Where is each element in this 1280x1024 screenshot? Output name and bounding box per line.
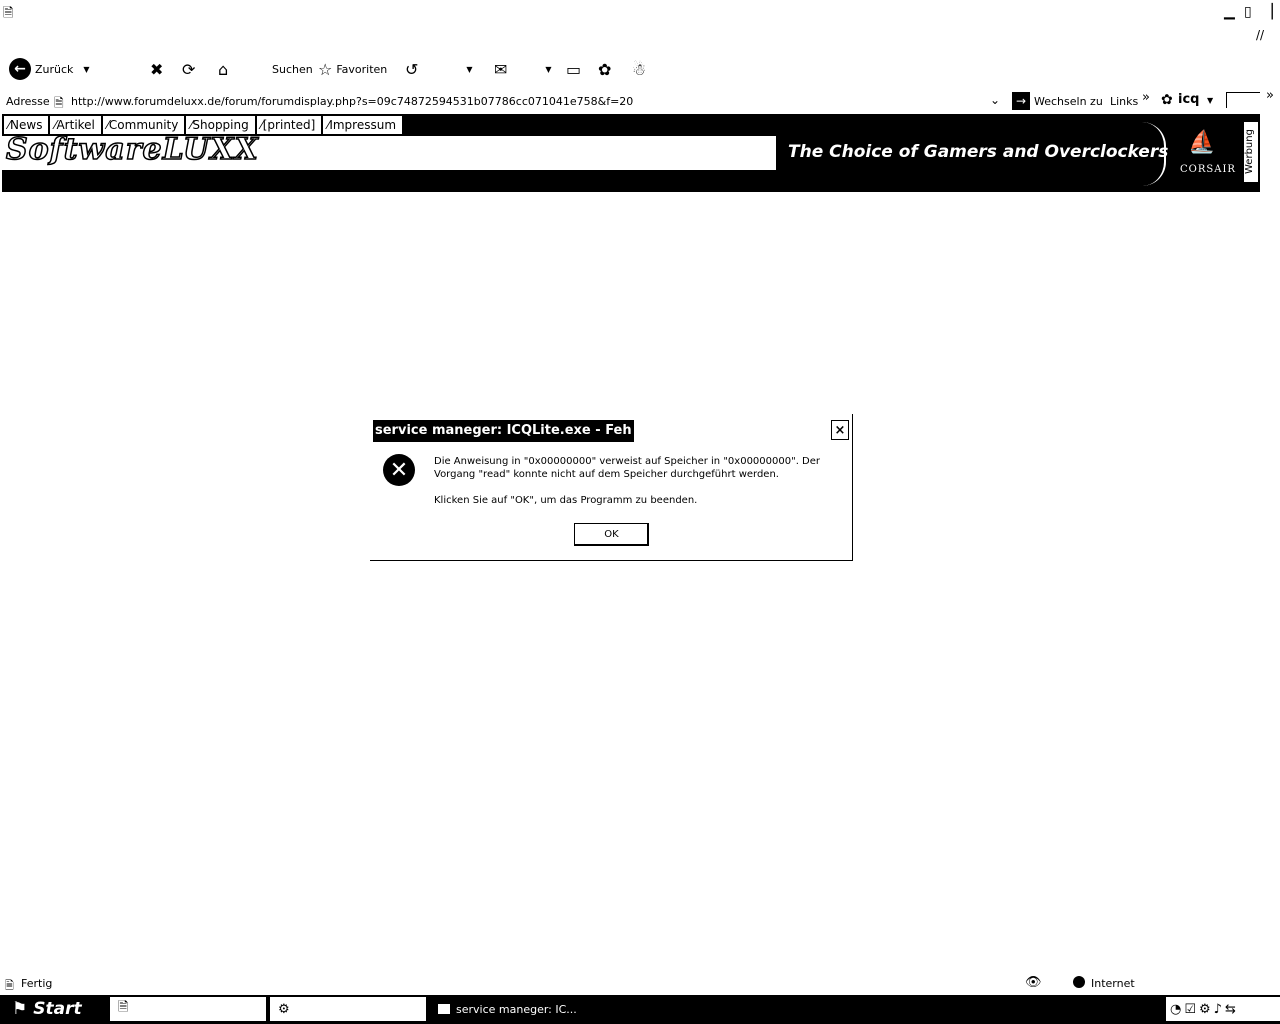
messenger-icon: ✿: [598, 59, 612, 79]
status-text: Fertig: [21, 977, 53, 990]
minimize-icon[interactable]: ▁: [1224, 4, 1235, 20]
search-button-label: Suchen: [272, 62, 313, 76]
dialog-message: Die Anweisung in "0x00000000" verweist a…: [434, 456, 821, 480]
window-icon: [438, 1004, 450, 1014]
system-tray: ◔ ☑ ⚙ ♪ ⇆: [1166, 997, 1280, 1021]
nav-tab-label: Artikel: [56, 118, 95, 132]
history-dropdown-icon[interactable]: ▼: [466, 65, 472, 74]
ad-slogan: The Choice of Gamers and Overclockers: [788, 142, 1169, 162]
browser-toolbar: ← Zurück ▼ ✖ ⟳ ⌂ Suchen ☆ Favoriten ↺ ▼ …: [0, 54, 1280, 84]
taskbar-button-browser[interactable]: 🗎: [110, 997, 266, 1021]
nav-tab-label: Community: [108, 118, 179, 132]
back-button-label: Zurück: [35, 62, 74, 76]
go-arrow-icon[interactable]: →: [1012, 92, 1030, 110]
taskbar-button-steam[interactable]: ⚙: [270, 997, 426, 1021]
ie-page-icon: 🗎: [118, 1000, 129, 1015]
address-dropdown-icon[interactable]: ⌄: [990, 93, 1000, 107]
taskbar-button-error-dialog[interactable]: service maneger: IC...: [430, 997, 586, 1021]
start-label: Start: [33, 999, 82, 1019]
privacy-eye-icon[interactable]: 👁: [1025, 975, 1042, 990]
nav-tab-impressum[interactable]: ⁄Impressum: [323, 116, 405, 134]
nav-tab-printed[interactable]: ⁄[printed]: [256, 116, 324, 134]
go-button[interactable]: Wechseln zu: [1034, 95, 1103, 108]
dialog-instruction: Klicken Sie auf "OK", um das Programm zu…: [434, 495, 698, 506]
home-button[interactable]: ⌂: [218, 54, 228, 84]
history-icon: ↺: [405, 59, 419, 79]
messenger-button[interactable]: ✿: [598, 54, 611, 84]
address-input[interactable]: http://www.forumdeluxx.de/forum/forumdis…: [71, 95, 633, 108]
back-dropdown-icon[interactable]: ▼: [83, 65, 89, 74]
icq-dropdown-icon[interactable]: ▼: [1207, 96, 1213, 105]
nav-tab-label: Shopping: [192, 118, 249, 132]
links-chevron[interactable]: »: [1142, 90, 1150, 105]
nav-tab-label: Impressum: [329, 118, 397, 132]
address-bar: Adresse 🗎 http://www.forumdeluxx.de/foru…: [0, 88, 1280, 112]
tray-icon-volume[interactable]: ♪: [1214, 1002, 1222, 1017]
page-icon: 🗎: [5, 979, 14, 992]
security-zone: Internet: [1091, 977, 1135, 990]
ad-brand: CORSAIR: [1180, 164, 1236, 175]
globe-icon: [1073, 976, 1085, 988]
favorites-button[interactable]: ☆ Favoriten: [318, 54, 387, 84]
ad-banner[interactable]: The Choice of Gamers and Overclockers ⛵ …: [776, 114, 1260, 188]
taskbar: ⚑ Start 🗎 ⚙ service maneger: IC... ◔ ☑ ⚙…: [0, 995, 1280, 1024]
nav-tab-label: [printed]: [262, 118, 316, 132]
tray-icon-shield[interactable]: ☑: [1184, 1002, 1196, 1017]
nav-tab-label: News: [10, 118, 43, 132]
discuss-button[interactable]: ☃: [632, 54, 646, 84]
logo-strip: SoftwareLUXX: [2, 131, 776, 170]
ad-side-label: Werbung: [1244, 122, 1258, 182]
refresh-icon: ⟳: [182, 59, 196, 79]
status-bar: 🗎 Fertig 👁 Internet: [0, 975, 1280, 993]
back-button[interactable]: ← Zurück ▼: [9, 54, 90, 84]
back-arrow-icon: ←: [9, 58, 31, 80]
ad-swoosh: [1142, 122, 1166, 186]
links-button[interactable]: Links: [1110, 95, 1138, 108]
dialog-title: service maneger: ICQLite.exe - Feh: [373, 420, 634, 442]
error-dialog: service maneger: ICQLite.exe - Feh × ✕ D…: [370, 414, 853, 561]
mail-button[interactable]: ✉ ▼: [494, 54, 552, 84]
print-icon: ▭: [566, 59, 582, 79]
site-logo[interactable]: SoftwareLUXX: [5, 131, 259, 168]
error-icon: ✕: [383, 454, 415, 486]
favorites-button-label: Favoriten: [336, 62, 388, 76]
window-titlebar: 🗎 ▁ ▯ ▕ //: [0, 0, 1280, 42]
steam-icon: ⚙: [278, 1001, 290, 1017]
page-icon: 🗎: [54, 96, 64, 110]
toolbar-overflow-chevron[interactable]: »: [1266, 88, 1274, 103]
tray-icon-steam[interactable]: ⚙: [1199, 1002, 1211, 1017]
windows-flag-icon: ⚑: [12, 999, 28, 1019]
star-icon: ☆: [318, 59, 333, 79]
home-icon: ⌂: [218, 59, 229, 79]
refresh-button[interactable]: ⟳: [182, 54, 195, 84]
mail-icon: ✉: [494, 59, 508, 79]
ie-page-icon: 🗎: [3, 6, 14, 21]
resize-grip-icon: //: [1256, 28, 1265, 42]
tray-icon-network-status[interactable]: ⇆: [1225, 1002, 1236, 1017]
ok-button[interactable]: OK: [574, 523, 649, 546]
icq-button[interactable]: icq: [1178, 92, 1199, 107]
icq-search-field[interactable]: [1226, 92, 1260, 108]
close-icon[interactable]: ▕: [1262, 4, 1273, 20]
maximize-icon[interactable]: ▯: [1244, 4, 1252, 20]
search-button[interactable]: Suchen: [272, 54, 313, 84]
stop-icon: ✖: [150, 59, 164, 79]
icq-flower-icon: ✿: [1161, 92, 1173, 108]
stop-button[interactable]: ✖: [150, 54, 163, 84]
close-icon: ×: [834, 422, 846, 438]
site-header: ⁄News ⁄Artikel ⁄Community ⁄Shopping ⁄[pr…: [2, 114, 1260, 192]
tray-icon-network[interactable]: ◔: [1170, 1002, 1181, 1017]
task-label: service maneger: IC...: [456, 1002, 577, 1016]
print-button[interactable]: ▭: [566, 54, 581, 84]
address-label: Adresse: [6, 95, 50, 108]
discuss-icon: ☃: [632, 59, 647, 79]
history-button[interactable]: ↺ ▼: [405, 54, 473, 84]
mail-dropdown-icon[interactable]: ▼: [545, 65, 551, 74]
corsair-sails-icon: ⛵: [1188, 130, 1216, 155]
start-button[interactable]: ⚑ Start: [2, 996, 90, 1022]
dialog-close-button[interactable]: ×: [831, 420, 849, 440]
